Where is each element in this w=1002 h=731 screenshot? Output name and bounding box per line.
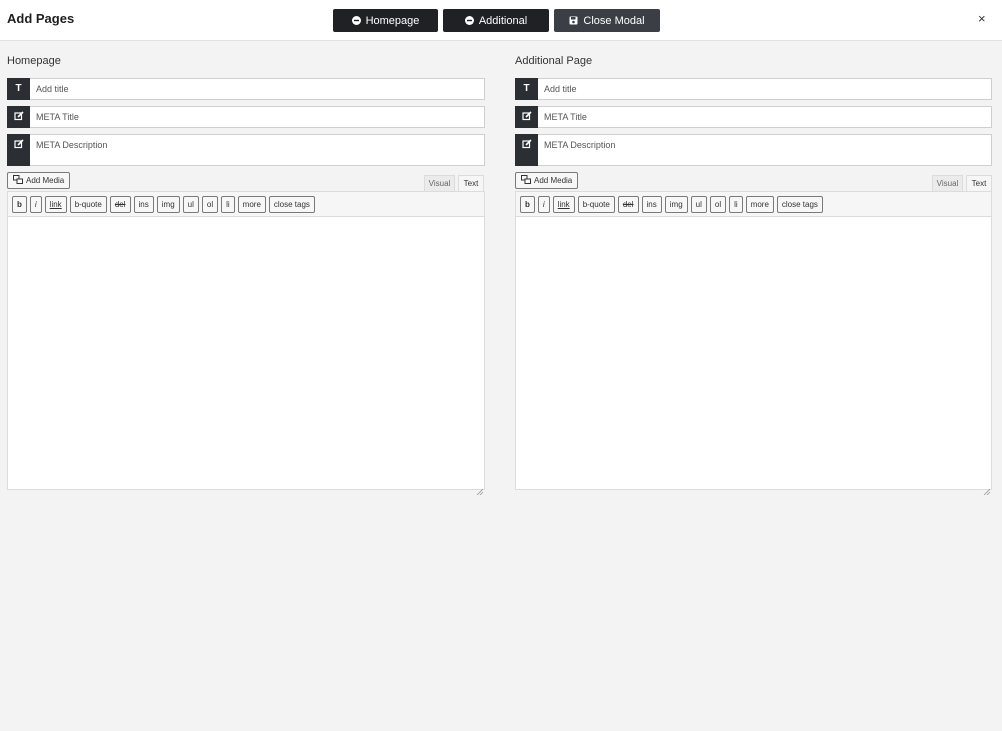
column-title: Additional Page: [515, 55, 593, 67]
additional-button-label: Additional: [478, 14, 528, 27]
quicktag-ol-button[interactable]: ol: [201, 195, 219, 213]
quicktag-bold-button[interactable]: b: [12, 195, 27, 213]
quicktags-toolbar: b i link b-quote del ins img ul ol li mo…: [516, 192, 991, 217]
homepage-column: Homepage T Add title META Title META Des…: [7, 55, 485, 496]
add-media-button[interactable]: Add Media: [7, 172, 71, 189]
resize-handle-icon[interactable]: [476, 482, 484, 496]
edit-icon: [7, 106, 30, 128]
tab-visual[interactable]: Visual: [932, 175, 963, 191]
modal-title: Add Pages: [7, 11, 75, 26]
minus-circle-icon: [351, 16, 361, 25]
quicktag-italic-button[interactable]: i: [29, 195, 42, 213]
quicktag-close-tags-button[interactable]: close tags: [268, 195, 315, 213]
quicktag-del-button[interactable]: del: [617, 195, 639, 213]
quicktag-ul-button[interactable]: ul: [690, 195, 707, 213]
meta-description-field: META Description: [515, 134, 992, 166]
quicktag-link-button[interactable]: link: [44, 195, 67, 213]
edit-icon: [515, 106, 538, 128]
save-icon: [569, 16, 578, 25]
quicktag-ol-button[interactable]: ol: [709, 195, 727, 213]
quicktag-img-button[interactable]: img: [156, 195, 180, 213]
meta-description-input[interactable]: META Description: [30, 134, 485, 166]
quicktag-ul-button[interactable]: ul: [182, 195, 199, 213]
quicktag-ins-button[interactable]: ins: [133, 195, 154, 213]
meta-title-field: META Title: [515, 106, 992, 128]
meta-title-input[interactable]: META Title: [538, 106, 992, 128]
add-media-label: Add Media: [534, 176, 573, 185]
editor: b i link b-quote del ins img ul ol li mo…: [515, 191, 992, 496]
title-icon: T: [7, 78, 30, 100]
title-field: T Add title: [7, 78, 485, 100]
title-icon: T: [515, 78, 538, 100]
content-textarea[interactable]: [516, 217, 991, 496]
title-input[interactable]: Add title: [30, 78, 485, 100]
add-media-button[interactable]: Add Media: [515, 172, 579, 189]
quicktag-img-button[interactable]: img: [664, 195, 688, 213]
homepage-button[interactable]: Homepage: [333, 9, 438, 32]
homepage-button-label: Homepage: [365, 14, 420, 27]
quicktag-close-tags-button[interactable]: close tags: [776, 195, 823, 213]
quicktag-more-button[interactable]: more: [745, 195, 774, 213]
column-title: Homepage: [7, 55, 61, 67]
additional-page-column: Additional Page T Add title META Title M…: [515, 55, 992, 496]
additional-button[interactable]: Additional: [443, 9, 549, 32]
quicktag-li-button[interactable]: li: [729, 195, 743, 213]
content-textarea[interactable]: [8, 217, 484, 496]
tab-text[interactable]: Text: [966, 175, 992, 191]
editor: b i link b-quote del ins img ul ol li mo…: [7, 191, 485, 496]
minus-circle-icon: [464, 16, 474, 25]
modal-header: Add Pages Homepage Additional Close Moda…: [0, 0, 1002, 41]
meta-description-input[interactable]: META Description: [538, 134, 992, 166]
quicktag-link-button[interactable]: link: [552, 195, 575, 213]
meta-description-field: META Description: [7, 134, 485, 166]
quicktags-toolbar: b i link b-quote del ins img ul ol li mo…: [8, 192, 484, 217]
quicktag-del-button[interactable]: del: [109, 195, 131, 213]
quicktag-bquote-button[interactable]: b-quote: [69, 195, 107, 213]
edit-icon: [515, 134, 538, 166]
quicktag-li-button[interactable]: li: [221, 195, 235, 213]
close-modal-button[interactable]: Close Modal: [554, 9, 660, 32]
media-icon: [521, 175, 531, 186]
quicktag-more-button[interactable]: more: [237, 195, 266, 213]
quicktag-bold-button[interactable]: b: [520, 195, 535, 213]
add-media-label: Add Media: [26, 176, 65, 185]
quicktag-italic-button[interactable]: i: [537, 195, 550, 213]
edit-icon: [7, 134, 30, 166]
title-field: T Add title: [515, 78, 992, 100]
close-icon[interactable]: ×: [978, 11, 986, 26]
resize-handle-icon[interactable]: [983, 482, 991, 496]
close-modal-button-label: Close Modal: [583, 14, 645, 27]
tab-visual[interactable]: Visual: [424, 175, 455, 191]
quicktag-bquote-button[interactable]: b-quote: [577, 195, 615, 213]
media-icon: [13, 175, 23, 186]
quicktag-ins-button[interactable]: ins: [641, 195, 662, 213]
title-input[interactable]: Add title: [538, 78, 992, 100]
meta-title-field: META Title: [7, 106, 485, 128]
tab-text[interactable]: Text: [458, 175, 484, 191]
meta-title-input[interactable]: META Title: [30, 106, 485, 128]
